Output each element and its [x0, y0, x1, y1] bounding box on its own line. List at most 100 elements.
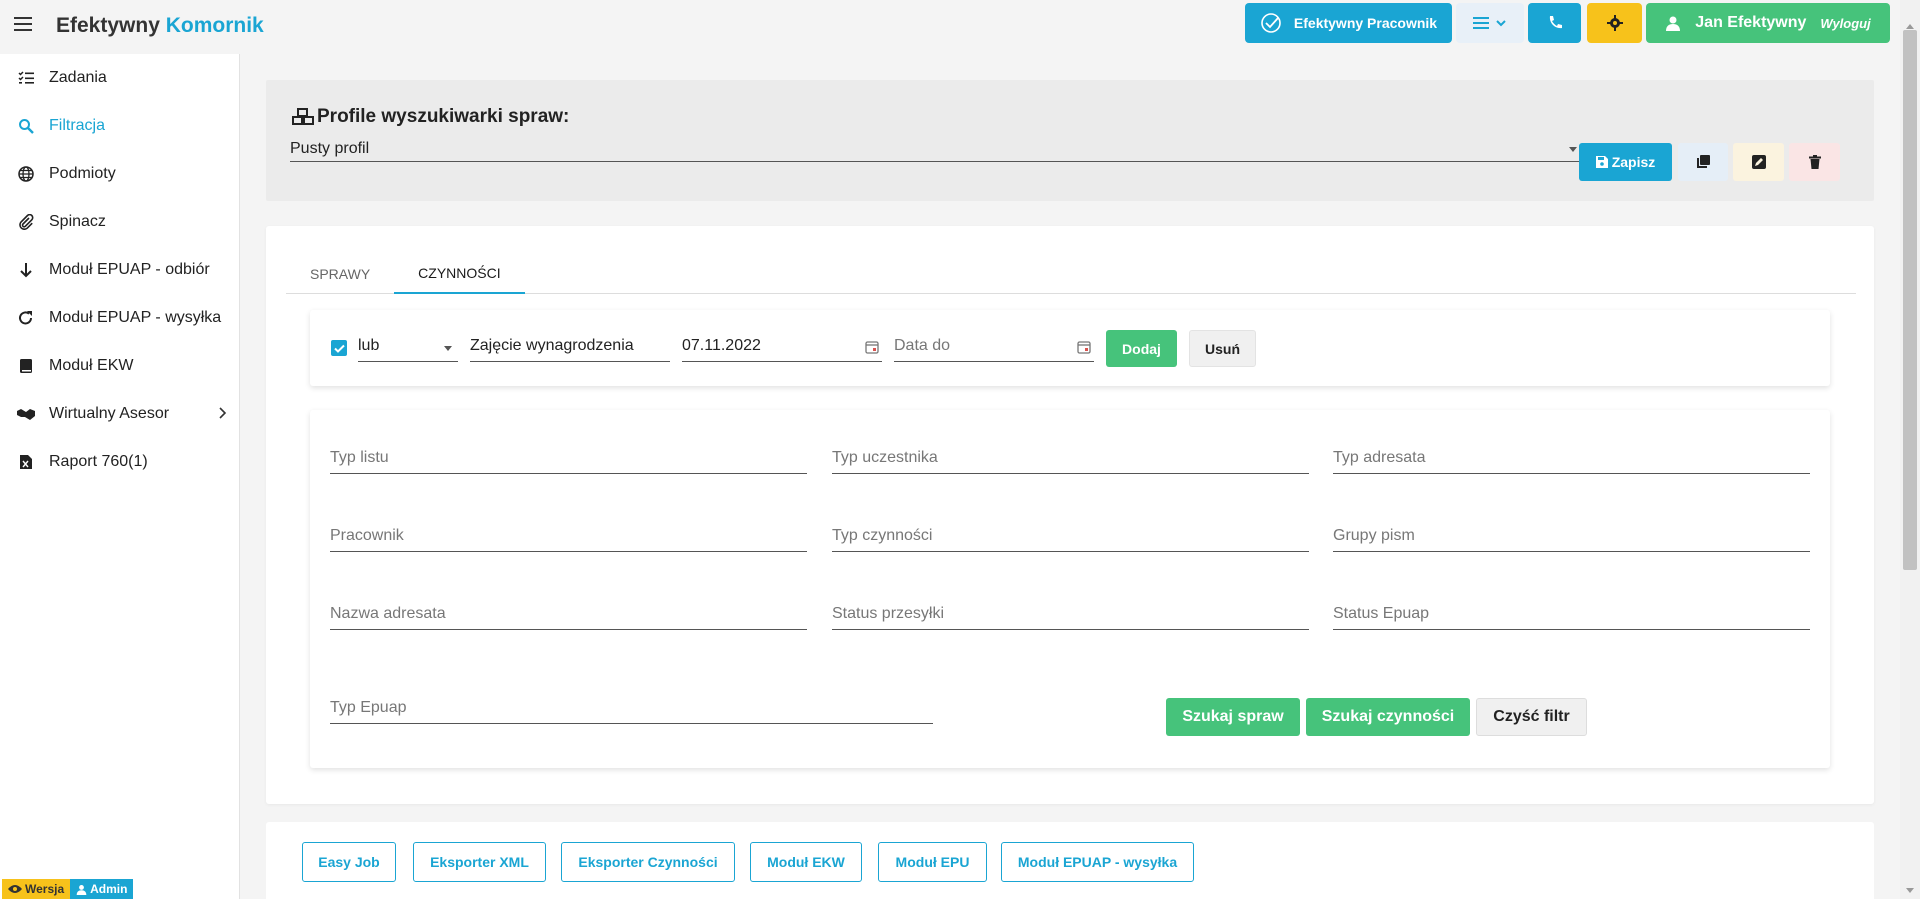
profile-panel: Profile wyszukiwarki spraw: Pusty profil…	[266, 80, 1874, 201]
sidebar-item-spinacz[interactable]: Spinacz	[0, 198, 239, 246]
efektywny-pracownik-button[interactable]: Efektywny Pracownik	[1245, 3, 1452, 43]
date-to-input[interactable]: Data do	[894, 332, 1094, 362]
hamburger-menu-icon[interactable]	[14, 17, 32, 33]
search-cases-button[interactable]: Szukaj spraw	[1166, 698, 1300, 736]
gear-icon	[1606, 15, 1623, 31]
sidebar-item-raport[interactable]: Raport 760(1)	[0, 438, 239, 486]
version-badge[interactable]: Wersja	[2, 879, 71, 899]
user-icon	[76, 884, 87, 895]
tab-czynnosci[interactable]: CZYNNOŚCI	[394, 254, 525, 294]
list-check-icon	[17, 69, 35, 87]
brand-logo[interactable]: Efektywny Komornik	[56, 14, 264, 38]
menu-dropdown-button[interactable]	[1456, 3, 1524, 43]
copy-profile-button[interactable]	[1678, 143, 1728, 181]
delete-profile-button[interactable]	[1789, 143, 1840, 181]
sidebar-item-epuap-wysylka[interactable]: Moduł EPUAP - wysyłka	[0, 294, 239, 342]
typ-adresata-field[interactable]: Typ adresata	[1333, 444, 1810, 474]
logout-link[interactable]: Wyloguj	[1820, 16, 1870, 31]
action-filter-row: lub Zajęcie wynagrodzenia 07.11.2022 Dat…	[310, 310, 1830, 386]
user-button[interactable]: Jan Efektywny Wyloguj	[1646, 3, 1890, 43]
remove-filter-button[interactable]: Usuń	[1189, 330, 1256, 367]
top-bar: Efektywny Komornik Efektywny Pracownik J…	[0, 0, 1900, 54]
save-profile-button[interactable]: Zapisz	[1579, 143, 1672, 181]
sidebar-item-label: Moduł EPUAP - wysyłka	[49, 309, 222, 326]
grupy-pism-field[interactable]: Grupy pism	[1333, 522, 1810, 552]
tab-sprawy[interactable]: SPRAWY	[286, 254, 394, 294]
date-from-value: 07.11.2022	[682, 337, 761, 354]
paperclip-icon	[17, 213, 35, 231]
brand-main: Efektywny	[56, 14, 160, 37]
sidebar-item-label: Filtracja	[49, 117, 106, 134]
nazwa-adresata-field[interactable]: Nazwa adresata	[330, 600, 807, 630]
scroll-down-arrow-icon[interactable]	[1906, 888, 1914, 893]
operator-value: lub	[358, 337, 380, 354]
status-epuap-field[interactable]: Status Epuap	[1333, 600, 1810, 630]
admin-badge[interactable]: Admin	[70, 879, 134, 899]
module-button-ekw[interactable]: Moduł EKW	[750, 842, 862, 882]
sidebar-item-filtracja[interactable]: Filtracja	[0, 102, 239, 150]
search-icon	[17, 117, 35, 135]
typ-czynnosci-field[interactable]: Typ czynności	[832, 522, 1309, 552]
scroll-up-arrow-icon[interactable]	[1906, 24, 1914, 29]
filter-checkbox[interactable]	[331, 340, 347, 356]
calendar-icon[interactable]	[865, 340, 879, 354]
sidebar: Zadania Filtracja Podmioty Spinacz Moduł…	[0, 54, 240, 899]
save-profile-label: Zapisz	[1611, 154, 1656, 170]
profile-title-text: Profile wyszukiwarki spraw:	[317, 106, 570, 127]
calendar-icon[interactable]	[1077, 340, 1091, 354]
status-przesylki-field[interactable]: Status przesyłki	[832, 600, 1309, 630]
pracownik-field[interactable]: Pracownik	[330, 522, 807, 552]
edit-icon	[1751, 155, 1766, 169]
profile-select[interactable]: Pusty profil	[290, 138, 1580, 162]
module-button-eksporter-xml[interactable]: Eksporter XML	[413, 842, 546, 882]
caret-down-icon	[444, 346, 452, 351]
sidebar-item-zadania[interactable]: Zadania	[0, 54, 239, 102]
sidebar-item-label: Wirtualny Asesor	[49, 405, 170, 422]
excel-file-icon	[17, 453, 35, 471]
floppy-disk-icon	[1595, 156, 1608, 168]
typ-uczestnika-field[interactable]: Typ uczestnika	[832, 444, 1309, 474]
user-name: Jan Efektywny	[1695, 14, 1807, 31]
filter-fields-card: Typ listu Typ uczestnika Typ adresata Pr…	[310, 410, 1830, 768]
sidebar-item-wirtualny-asesor[interactable]: Wirtualny Asesor	[0, 390, 239, 438]
sidebar-item-label: Podmioty	[49, 165, 116, 182]
typ-listu-field[interactable]: Typ listu	[330, 444, 807, 474]
scroll-thumb[interactable]	[1903, 30, 1917, 570]
add-filter-button[interactable]: Dodaj	[1106, 330, 1177, 367]
page-scrollbar[interactable]	[1900, 0, 1920, 899]
tabs: SPRAWY CZYNNOŚCI	[286, 254, 1856, 294]
settings-button[interactable]	[1587, 3, 1642, 43]
check-circle-icon	[1261, 13, 1281, 33]
sidebar-item-epuap-odbior[interactable]: Moduł EPUAP - odbiór	[0, 246, 239, 294]
clear-filter-button[interactable]: Czyść filtr	[1476, 698, 1587, 736]
operator-select[interactable]: lub	[358, 332, 458, 362]
module-button-epu[interactable]: Moduł EPU	[878, 842, 987, 882]
date-from-input[interactable]: 07.11.2022	[682, 332, 882, 362]
globe-icon	[17, 165, 35, 183]
phone-button[interactable]	[1528, 3, 1581, 43]
copy-icon	[1697, 155, 1710, 168]
module-button-easy-job[interactable]: Easy Job	[302, 842, 396, 882]
edit-profile-button[interactable]	[1733, 143, 1784, 181]
action-type-value: Zajęcie wynagrodzenia	[470, 337, 634, 354]
sidebar-item-label: Moduł EKW	[49, 357, 134, 374]
chevron-down-icon	[1496, 20, 1506, 27]
module-button-epuap-wysylka[interactable]: Moduł EPUAP - wysyłka	[1001, 842, 1194, 882]
sidebar-item-podmioty[interactable]: Podmioty	[0, 150, 239, 198]
typ-epuap-field[interactable]: Typ Epuap	[330, 694, 933, 724]
pracownik-label: Efektywny Pracownik	[1293, 15, 1438, 31]
chevron-right-icon	[219, 407, 227, 419]
sidebar-item-ekw[interactable]: Moduł EKW	[0, 342, 239, 390]
bars-icon	[1473, 17, 1489, 29]
version-badge-label: Wersja	[25, 882, 65, 896]
sidebar-item-label: Moduł EPUAP - odbiór	[49, 261, 210, 278]
check-icon	[333, 344, 345, 353]
action-type-select[interactable]: Zajęcie wynagrodzenia	[470, 332, 670, 362]
brand-accent: Komornik	[165, 14, 264, 37]
module-button-eksporter-czynnosci[interactable]: Eksporter Czynności	[561, 842, 735, 882]
arrow-down-icon	[17, 261, 35, 279]
search-actions-button[interactable]: Szukaj czynności	[1306, 698, 1470, 736]
sidebar-item-label: Raport 760(1)	[49, 453, 148, 470]
handshake-icon	[17, 405, 35, 423]
eye-icon	[8, 885, 22, 893]
